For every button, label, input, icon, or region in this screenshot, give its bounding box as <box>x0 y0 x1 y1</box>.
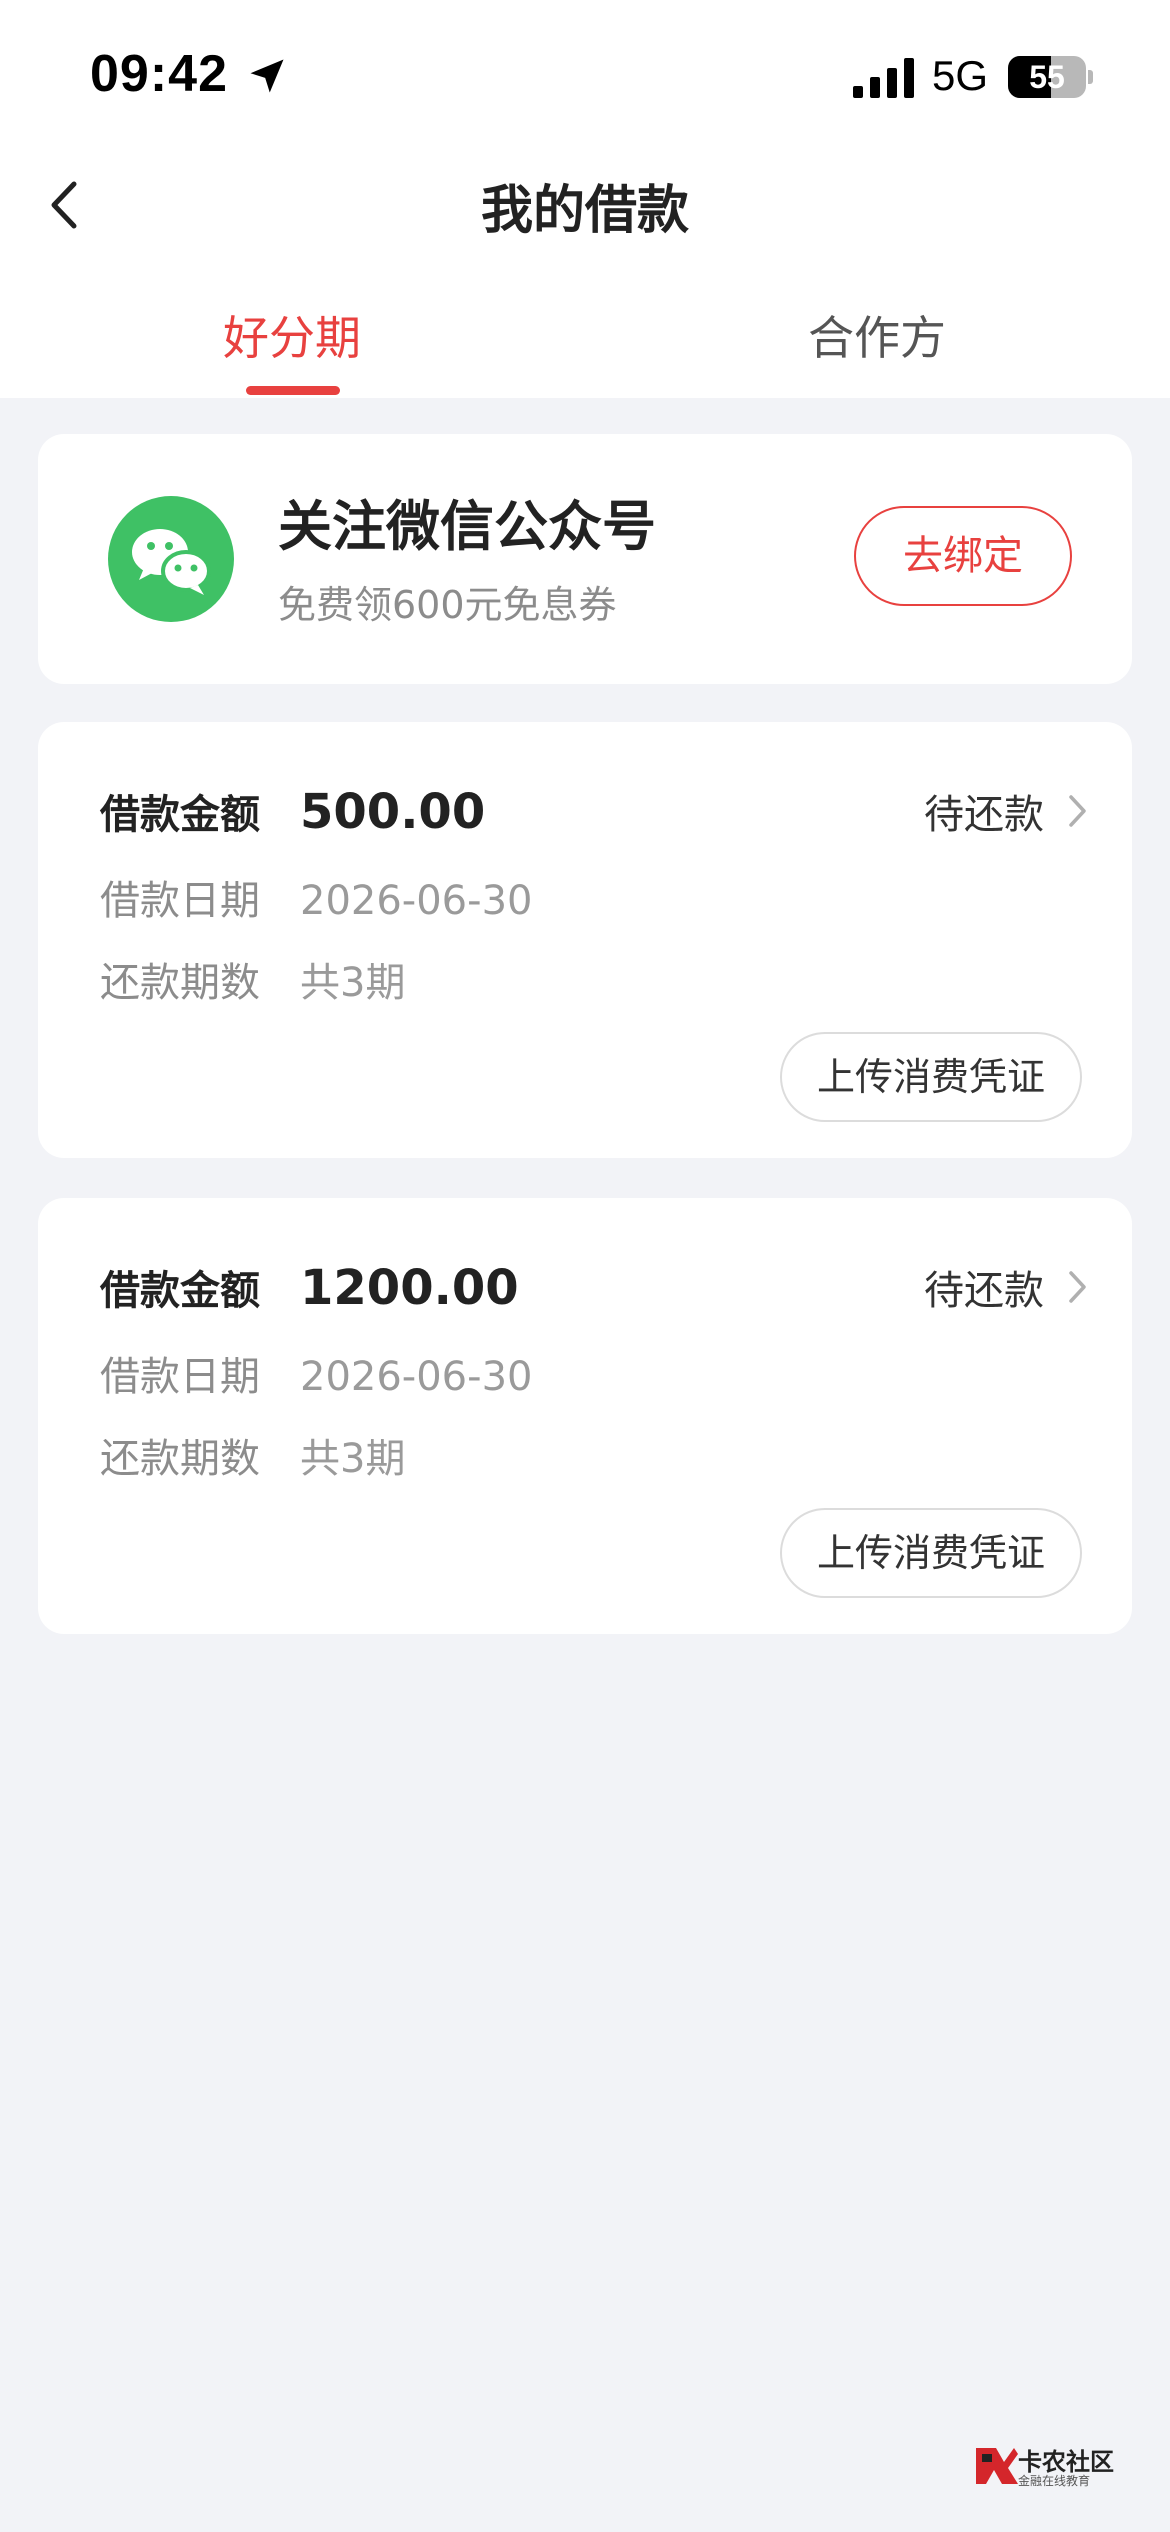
loan-date-value: 2026-06-30 <box>300 878 533 924</box>
battery-icon: 55 <box>1008 56 1086 98</box>
loan-terms-row: 还款期数 共3期 <box>100 950 405 1008</box>
page-title: 我的借款 <box>480 181 689 241</box>
loan-date-label: 借款日期 <box>100 878 260 924</box>
loan-terms-label: 还款期数 <box>100 1436 260 1482</box>
loan-card[interactable]: 借款金额 1200.00 待还款 借款日期 2026-06-30 还款期数 共3期 上… <box>38 1198 1132 1634</box>
loan-list-screen: 09:42 5G 55 我的借款 好分期 合作方 关注微信公众号 免费领600元… <box>0 0 1170 2532</box>
upload-receipt-button[interactable]: 上传消费凭证 <box>780 1508 1082 1598</box>
watermark-tagline: 金融在线教育 <box>1018 2474 1091 2488</box>
loan-card[interactable]: 借款金额 500.00 待还款 借款日期 2026-06-30 还款期数 共3期 上传… <box>38 722 1132 1158</box>
loan-status[interactable]: 待还款 <box>924 1258 1044 1316</box>
upload-receipt-button[interactable]: 上传消费凭证 <box>780 1032 1082 1122</box>
loan-date-value: 2026-06-30 <box>300 1354 533 1400</box>
chevron-right-icon[interactable] <box>1062 1264 1092 1310</box>
wechat-icon <box>108 496 234 622</box>
cellular-signal-icon <box>853 58 914 98</box>
wechat-promo-subtitle: 免费领600元免息券 <box>278 583 617 627</box>
loan-amount-label: 借款金额 <box>100 1268 260 1314</box>
wechat-promo-title: 关注微信公众号 <box>278 495 656 558</box>
loan-date-label: 借款日期 <box>100 1354 260 1400</box>
loan-date-row: 借款日期 2026-06-30 <box>100 1344 532 1402</box>
network-type: 5G <box>932 52 989 99</box>
active-tab-indicator <box>246 386 340 395</box>
loan-date-row: 借款日期 2026-06-30 <box>100 868 532 926</box>
loan-terms-label: 还款期数 <box>100 960 260 1006</box>
loan-amount-row: 借款金额 1200.00 <box>100 1258 519 1316</box>
loan-terms-row: 还款期数 共3期 <box>100 1426 405 1484</box>
loan-amount-value: 500.00 <box>300 784 486 840</box>
battery-percentage: 55 <box>1029 59 1065 95</box>
tab-haofenqi[interactable]: 好分期 <box>142 302 442 368</box>
wechat-follow-card[interactable]: 关注微信公众号 免费领600元免息券 去绑定 <box>38 434 1132 684</box>
header-area: 09:42 5G 55 我的借款 好分期 合作方 <box>0 0 1170 398</box>
battery-terminal <box>1088 70 1093 84</box>
loan-terms-value: 共3期 <box>300 960 406 1006</box>
loan-amount-value: 1200.00 <box>300 1260 519 1316</box>
chevron-right-icon[interactable] <box>1062 788 1092 834</box>
loan-terms-value: 共3期 <box>300 1436 406 1482</box>
tab-partners[interactable]: 合作方 <box>727 302 1027 368</box>
bind-button[interactable]: 去绑定 <box>854 506 1072 606</box>
loan-amount-row: 借款金额 500.00 <box>100 782 485 840</box>
status-time: 09:42 <box>90 45 228 103</box>
loan-status[interactable]: 待还款 <box>924 782 1044 840</box>
loan-amount-label: 借款金额 <box>100 792 260 838</box>
location-arrow-icon <box>250 59 284 93</box>
